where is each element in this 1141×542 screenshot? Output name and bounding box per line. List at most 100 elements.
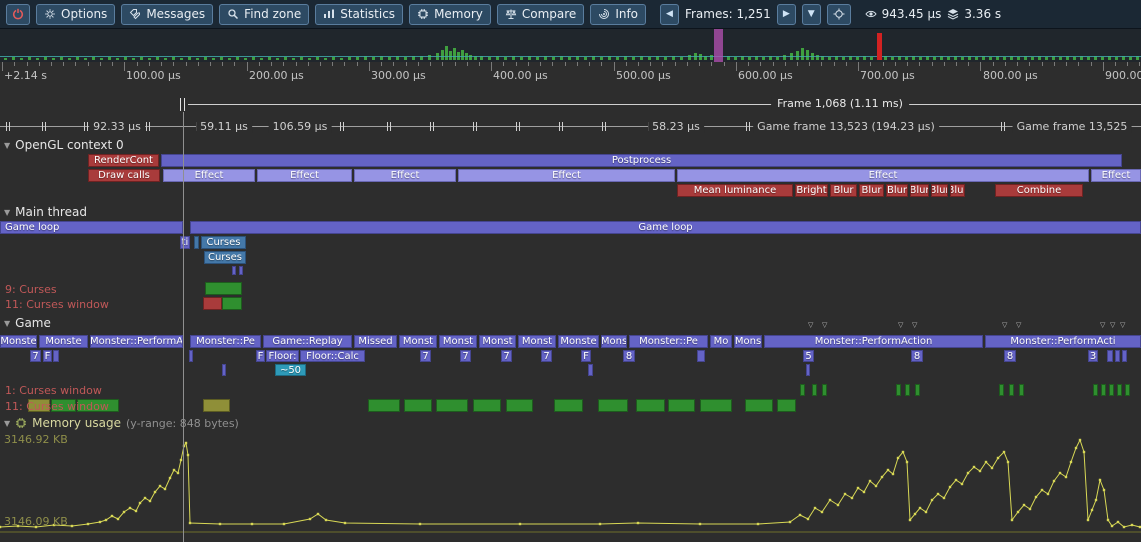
timeline-zone[interactable]: Mons xyxy=(734,335,762,348)
timeline-zone[interactable]: 7 xyxy=(541,350,552,362)
timeline-zone[interactable]: Bright xyxy=(795,184,828,197)
timeline-zone[interactable]: 5 xyxy=(803,350,814,362)
timeline-zone[interactable]: Effect xyxy=(257,169,352,182)
timeline-zone[interactable] xyxy=(745,399,773,412)
timeline-zone[interactable]: Postprocess xyxy=(161,154,1122,167)
timeline-zone[interactable]: Mons xyxy=(601,335,627,348)
timeline-zone[interactable]: Blur xyxy=(830,184,857,197)
timeline-zone[interactable] xyxy=(205,282,242,295)
timeline-zone[interactable]: Floor::Calc xyxy=(300,350,365,362)
focus-frame-button[interactable] xyxy=(827,4,851,25)
timeline-zone[interactable]: Monste xyxy=(39,335,88,348)
collapsed-zone-marker-icon[interactable]: ▽ xyxy=(898,322,903,329)
collapsed-zone-marker-icon[interactable]: ▽ xyxy=(912,322,917,329)
timeline-zone[interactable] xyxy=(1019,384,1024,396)
subframe-label[interactable]: 92.33 µs xyxy=(89,120,145,133)
go-to-frame-button[interactable]: ▼ xyxy=(802,4,821,25)
timeline-zone[interactable] xyxy=(232,266,236,275)
timeline-zone[interactable]: 8 xyxy=(1004,350,1016,362)
timeline-zone[interactable] xyxy=(53,350,59,362)
timeline-zone[interactable]: Monster::PerformAction xyxy=(764,335,983,348)
timeline-zone[interactable]: Effect xyxy=(677,169,1089,182)
collapsed-zone-marker-icon[interactable]: ▽ xyxy=(1002,322,1007,329)
frame-histogram[interactable] xyxy=(0,29,1141,62)
timeline-zone[interactable] xyxy=(77,399,119,412)
timeline-zone[interactable] xyxy=(999,384,1004,396)
collapsed-zone-marker-icon[interactable]: ▽ xyxy=(1016,322,1021,329)
collapsed-zone-marker-icon[interactable]: ▽ xyxy=(822,322,827,329)
timeline-zone[interactable]: 8 xyxy=(623,350,635,362)
collapsed-zone-marker-icon[interactable]: ▽ xyxy=(1120,322,1125,329)
timeline-zone[interactable] xyxy=(1125,384,1130,396)
timeline-zone[interactable] xyxy=(800,384,805,396)
timeline-zone[interactable]: Game loop xyxy=(190,221,1141,234)
collapsed-zone-marker-icon[interactable]: ▽ xyxy=(1110,322,1115,329)
timeline-zone[interactable]: 8 xyxy=(911,350,923,362)
statistics-button[interactable]: Statistics xyxy=(315,4,403,25)
timeline-zone[interactable] xyxy=(598,399,628,412)
timeline-zone[interactable]: Curses xyxy=(201,236,246,249)
timeline-zone[interactable]: 7 xyxy=(501,350,512,362)
prev-frame-button[interactable]: ◀ xyxy=(660,4,679,25)
timeline-zone[interactable] xyxy=(1115,350,1120,362)
timeline-zone[interactable]: Monste xyxy=(558,335,599,348)
timeline-zone[interactable]: ti xyxy=(180,236,190,249)
timeline-zone[interactable]: Monste xyxy=(0,335,37,348)
timeline-zone[interactable]: Monster::Pe xyxy=(629,335,708,348)
timeline-zone[interactable]: Mean luminance xyxy=(677,184,793,197)
timeline-zone[interactable]: Blur xyxy=(859,184,884,197)
timeline-zone[interactable]: Mo xyxy=(710,335,732,348)
timeline-zone[interactable] xyxy=(1107,350,1113,362)
next-frame-button[interactable]: ▶ xyxy=(777,4,796,25)
memory-button[interactable]: Memory xyxy=(409,4,491,25)
power-button[interactable] xyxy=(6,4,30,25)
subframe-label[interactable]: Game frame 13,525 xyxy=(1013,120,1132,133)
section-header-opengl[interactable]: ▼ OpenGL context 0 xyxy=(4,138,124,152)
timeline-zone[interactable]: Floor: xyxy=(266,350,299,362)
section-header-memory[interactable]: ▼ Memory usage (y-range: 848 bytes) xyxy=(4,416,239,430)
timeline-zone[interactable] xyxy=(404,399,432,412)
timeline-zone[interactable] xyxy=(1093,384,1098,396)
timeline-zone[interactable] xyxy=(896,384,901,396)
timeline-zone[interactable] xyxy=(203,297,222,310)
timeline-zone[interactable]: Monst xyxy=(439,335,477,348)
subframe-label[interactable]: 58.23 µs xyxy=(648,120,704,133)
timeline-zone[interactable]: Blur xyxy=(910,184,929,197)
subframe-label[interactable]: Game frame 13,523 (194.23 µs) xyxy=(753,120,939,133)
timeline-zone[interactable]: Monster::PerformActi xyxy=(985,335,1141,348)
timeline-zone[interactable] xyxy=(222,364,226,376)
timeline-zone[interactable]: 7 xyxy=(30,350,41,362)
timeline-zone[interactable] xyxy=(697,350,705,362)
timeline-zone[interactable] xyxy=(588,364,593,376)
subframe-label[interactable]: 59.11 µs xyxy=(196,120,252,133)
timeline-zone[interactable]: Monster::Pe xyxy=(190,335,261,348)
timeline-zone[interactable] xyxy=(239,266,243,275)
timeline-zone[interactable] xyxy=(51,399,76,412)
timeline-zone[interactable]: Effect xyxy=(163,169,255,182)
timeline-zone[interactable]: Effect xyxy=(354,169,456,182)
timeline-zone[interactable]: Effect xyxy=(458,169,675,182)
collapsed-zone-marker-icon[interactable]: ▽ xyxy=(1100,322,1105,329)
timeline-zone[interactable] xyxy=(806,364,810,376)
timeline-zone[interactable]: Monst xyxy=(399,335,437,348)
timeline-zone[interactable] xyxy=(554,399,583,412)
timeline-zone[interactable]: Blur xyxy=(950,184,965,197)
timeline-zone[interactable] xyxy=(1101,384,1106,396)
collapsed-zone-marker-icon[interactable]: ▽ xyxy=(808,322,813,329)
timeline-zone[interactable] xyxy=(1009,384,1014,396)
timeline-zone[interactable] xyxy=(189,350,193,362)
timeline-zone[interactable] xyxy=(915,384,920,396)
selected-frame-band[interactable] xyxy=(714,29,723,62)
timeline-zone[interactable]: Blur xyxy=(931,184,948,197)
timeline-zone[interactable] xyxy=(222,297,242,310)
timeline-zone[interactable]: 7 xyxy=(420,350,431,362)
messages-button[interactable]: Messages xyxy=(121,4,213,25)
timeline-zone[interactable]: F xyxy=(43,350,52,362)
timeline-zone[interactable] xyxy=(368,399,400,412)
timeline-zone[interactable] xyxy=(1109,384,1114,396)
timeline-zone[interactable] xyxy=(436,399,468,412)
timeline-zone[interactable]: ~50 xyxy=(275,364,306,376)
timeline-zone[interactable] xyxy=(636,399,665,412)
timeline-zone[interactable] xyxy=(668,399,695,412)
timeline-zone[interactable] xyxy=(1117,384,1122,396)
